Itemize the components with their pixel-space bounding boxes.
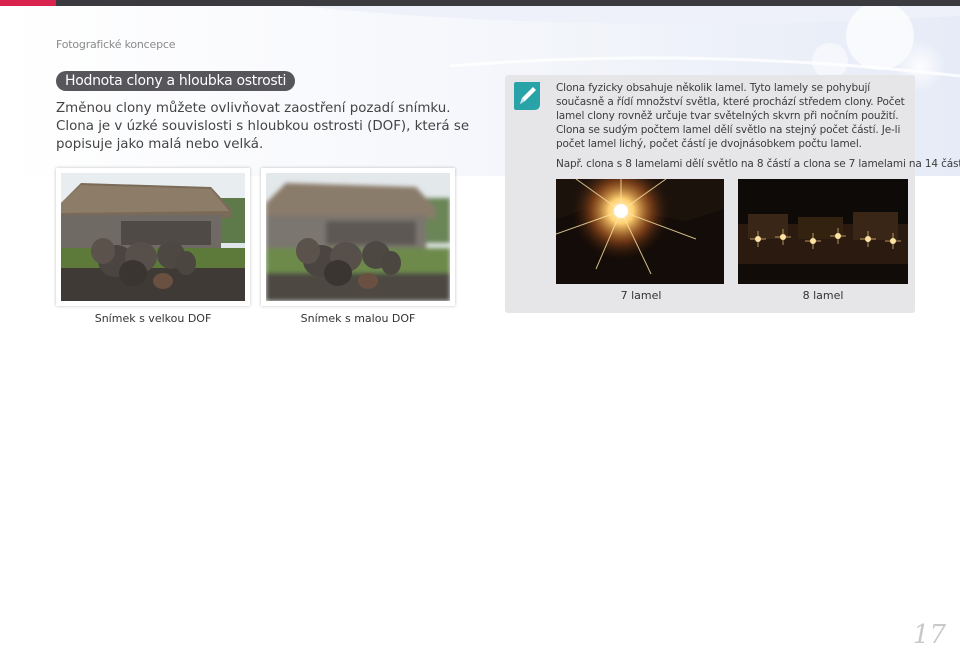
note-example: Např. clona s 8 lamelami dělí světlo na … — [556, 158, 960, 170]
caption-8-blades: 8 lamel — [802, 289, 844, 302]
photo-7-blades — [556, 179, 724, 284]
section-label: Fotografické koncepce — [56, 38, 176, 51]
caption-small-dof: Snímek s malou DOF — [300, 312, 416, 325]
photo-large-dof — [56, 168, 250, 306]
caption-large-dof: Snímek s velkou DOF — [94, 312, 212, 325]
intro-paragraph: Změnou clony můžete ovlivňovat zaostření… — [56, 101, 470, 152]
photo-8-blades — [738, 179, 908, 284]
caption-7-blades: 7 lamel — [620, 289, 662, 302]
section-heading: Hodnota clony a hloubka ostrosti — [56, 71, 296, 91]
pencil-note-icon — [514, 82, 540, 110]
photo-small-dof — [261, 168, 455, 306]
note-text: Clona fyzicky obsahuje několik lamel. Ty… — [556, 82, 905, 150]
page-number: 17 — [912, 620, 946, 650]
